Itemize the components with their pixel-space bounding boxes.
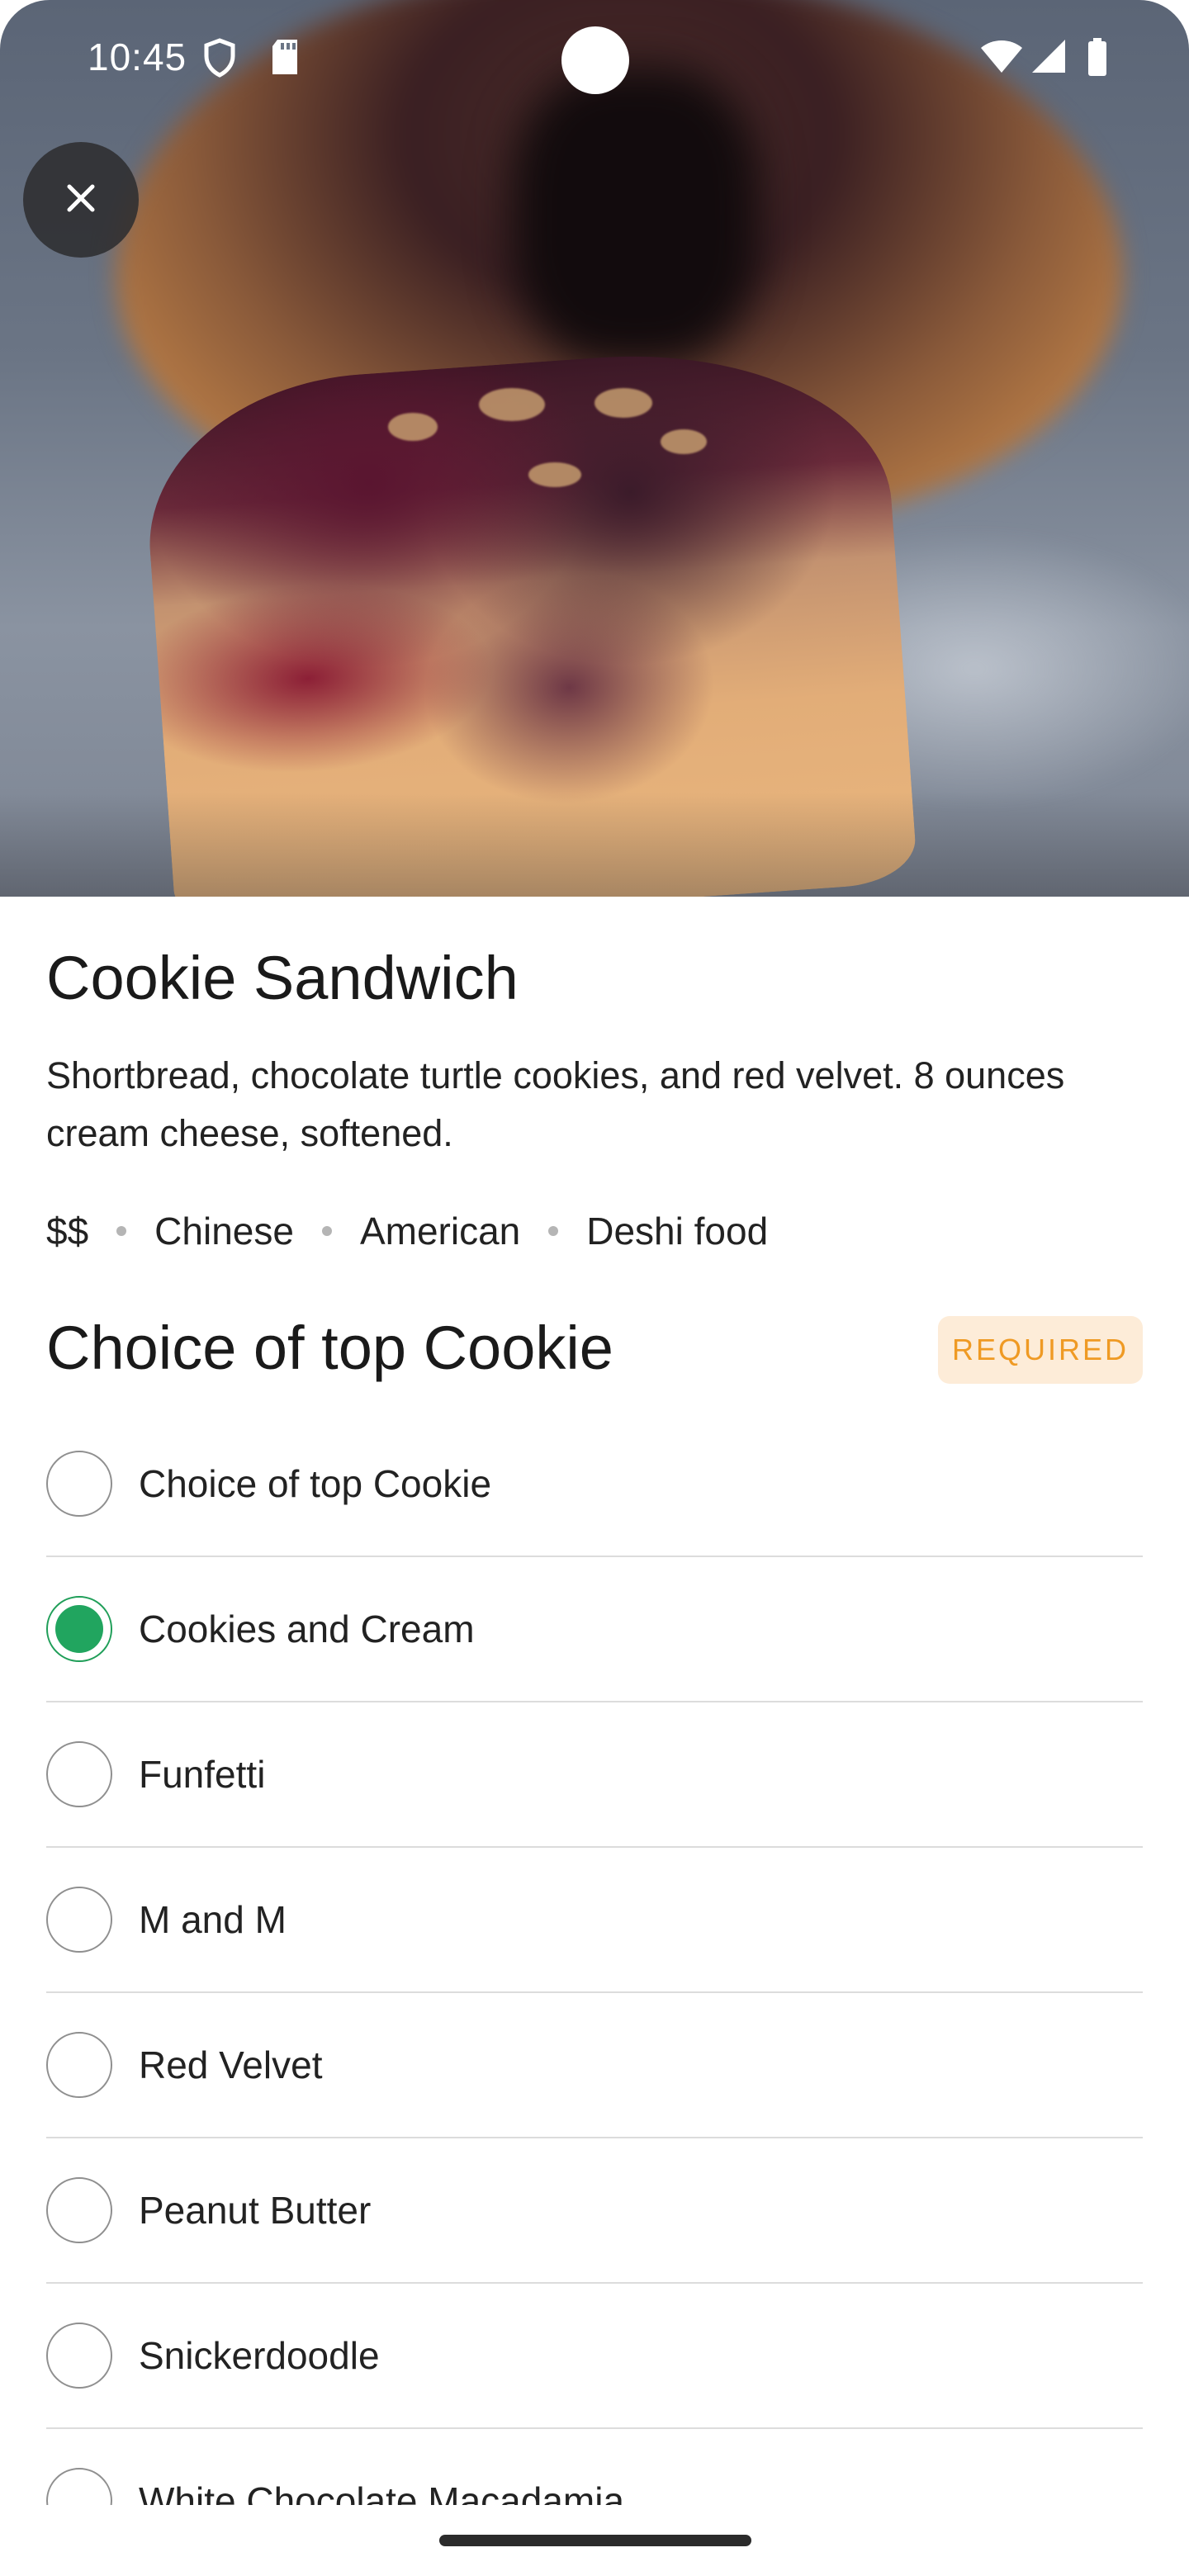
radio-button[interactable] [46,2177,112,2243]
option-label: Cookies and Cream [139,1608,475,1650]
wifi-icon [979,38,1024,78]
choice-options-list: Choice of top Cookie Cookies and Cream F… [46,1412,1143,2510]
radio-button[interactable] [46,2468,112,2510]
option-label: Peanut Butter [139,2189,372,2232]
option-row[interactable]: Choice of top Cookie [46,1412,1143,1557]
item-tags: $$ Chinese American Deshi food [46,1209,768,1253]
option-label: Snickerdoodle [139,2334,380,2377]
option-row[interactable]: M and M [46,1848,1143,1993]
option-row[interactable]: Funfetti [46,1702,1143,1848]
tag-price: $$ [46,1210,89,1252]
option-label: M and M [139,1898,287,1941]
option-label: Red Velvet [139,2043,323,2086]
radio-button-selected[interactable] [46,1596,112,1662]
tag-separator [548,1226,559,1236]
item-description: Shortbread, chocolate turtle cookies, an… [46,1054,1065,1154]
tag-cuisine: American [359,1210,521,1252]
tag-cuisine: Deshi food [586,1210,769,1252]
option-row[interactable]: Red Velvet [46,1993,1143,2138]
option-row[interactable]: Snickerdoodle [46,2284,1143,2429]
close-icon [64,182,97,219]
tag-separator [321,1226,332,1236]
status-bar: 10:45 [0,0,1189,116]
radio-button[interactable] [46,2032,112,2098]
option-row[interactable]: White Chocolate Macadamia [46,2429,1143,2510]
close-button[interactable] [23,142,139,258]
option-row[interactable]: Peanut Butter [46,2138,1143,2284]
choice-section-title: Choice of top Cookie [46,1314,613,1382]
battery-icon [1087,38,1108,80]
camera-cutout [561,26,629,94]
app-screen: 10:45 Cookie Sandwich Shortbread, chocol… [0,0,1189,2576]
option-row[interactable]: Cookies and Cream [46,1557,1143,1702]
shield-icon [203,38,236,82]
required-badge: REQUIRED [938,1316,1143,1384]
food-image [0,0,1189,897]
radio-button[interactable] [46,1451,112,1517]
status-time: 10:45 [88,36,187,78]
option-label: Choice of top Cookie [139,1462,492,1505]
radio-button[interactable] [46,1887,112,1953]
tag-cuisine: Chinese [154,1210,294,1252]
radio-button[interactable] [46,1741,112,1807]
item-title: Cookie Sandwich [46,944,519,1012]
option-label: Funfetti [139,1753,266,1796]
radio-button[interactable] [46,2323,112,2389]
tag-separator [116,1226,127,1236]
cellular-signal-icon [1030,38,1067,78]
home-indicator[interactable] [439,2535,751,2546]
sd-card-icon [269,38,301,80]
